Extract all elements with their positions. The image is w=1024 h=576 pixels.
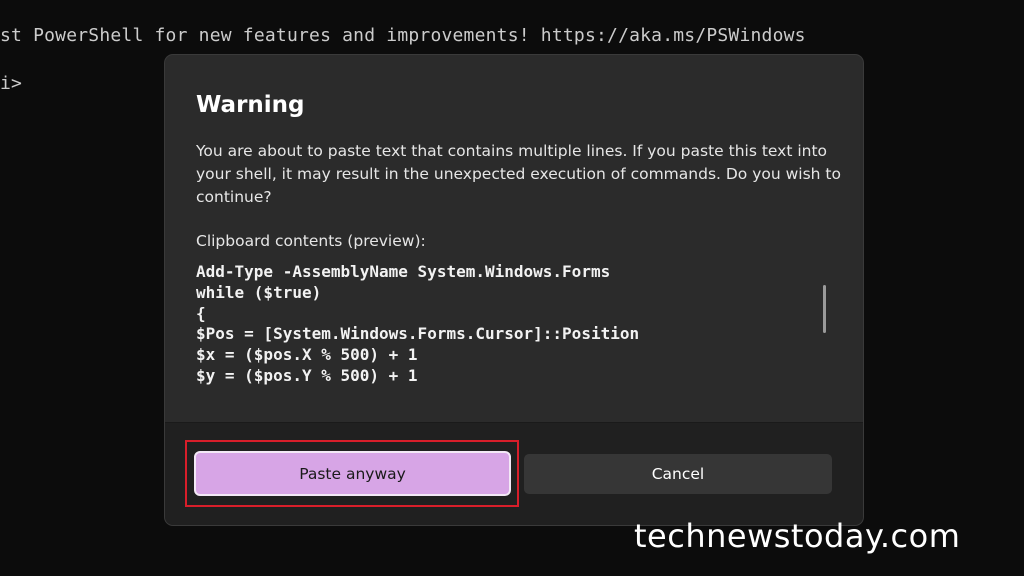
clipboard-line: $x = ($pos.X % 500) + 1: [196, 345, 418, 365]
clipboard-preview[interactable]: Add-Type -AssemblyName System.Windows.Fo…: [196, 262, 816, 390]
clipboard-preview-label: Clipboard contents (preview):: [196, 232, 426, 250]
clipboard-line: $Pos = [System.Windows.Forms.Cursor]::Po…: [196, 324, 640, 344]
clipboard-line: $y = ($pos.Y % 500) + 1: [196, 365, 418, 385]
cancel-button[interactable]: Cancel: [524, 454, 832, 494]
clipboard-line: Add-Type -AssemblyName System.Windows.Fo…: [196, 262, 611, 281]
terminal-output-line: st PowerShell for new features and impro…: [0, 25, 806, 46]
paste-anyway-button[interactable]: Paste anyway: [194, 451, 511, 496]
preview-scrollbar[interactable]: [823, 285, 826, 333]
dialog-title: Warning: [196, 92, 305, 118]
watermark: technewstoday.com: [634, 517, 961, 555]
dialog-footer: Paste anyway Cancel: [165, 422, 863, 525]
terminal-prompt: i>: [0, 73, 23, 94]
clipboard-line: {: [196, 303, 206, 323]
dialog-message: You are about to paste text that contain…: [196, 142, 841, 206]
clipboard-line: while ($true): [196, 282, 322, 302]
paste-warning-dialog: Warning You are about to paste text that…: [165, 55, 863, 525]
